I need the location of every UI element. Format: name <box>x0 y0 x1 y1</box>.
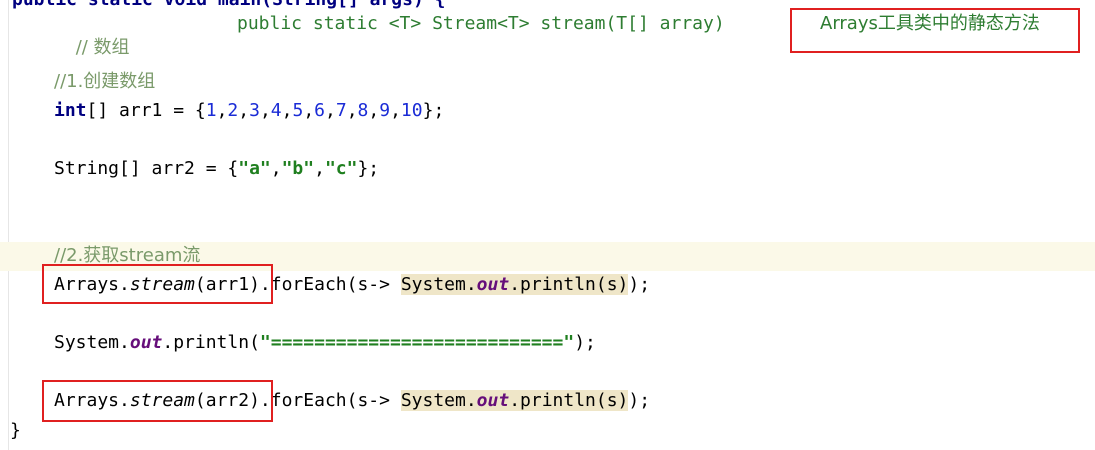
line-end-1: ); <box>628 274 651 295</box>
comment-stream-signature: public static <T> Stream<T> stream(T[] a… <box>237 13 725 34</box>
annotation-box-stream-arr2 <box>42 380 273 422</box>
num-6: 6 <box>314 100 326 121</box>
code-line-arr2[interactable]: String[] arr2 = {"a","b","c"}; <box>54 157 379 181</box>
num-10: 10 <box>400 100 423 121</box>
num-1: 1 <box>205 100 217 121</box>
num-4: 4 <box>270 100 282 121</box>
foreach-2: .forEach(s-> <box>259 390 401 411</box>
code-line-separator-print[interactable]: System.out.println("====================… <box>54 331 596 355</box>
num-7: 7 <box>335 100 347 121</box>
arr1-decl: [] arr1 = { <box>86 100 206 121</box>
keyword-int: int <box>54 100 87 121</box>
str-c: "c" <box>324 158 358 179</box>
num-8: 8 <box>357 100 369 121</box>
code-line-arr1[interactable]: int[] arr1 = {1,2,3,4,5,6,7,8,9,10}; <box>54 99 444 123</box>
comment-create-array[interactable]: //1.创建数组 <box>54 70 155 94</box>
system-class: System. <box>54 332 130 353</box>
num-5: 5 <box>292 100 304 121</box>
str-a: "a" <box>238 158 271 179</box>
editor-gutter-line <box>8 0 9 450</box>
line-end-sep: ); <box>574 332 596 353</box>
comment-array: // 数组 <box>75 37 130 58</box>
annotation-box-static-method <box>790 8 1080 53</box>
arr2-decl: String[] arr2 = { <box>54 158 239 179</box>
println-call-1: System.out.println(s) <box>400 274 629 295</box>
annotation-box-stream-arr1 <box>42 264 273 304</box>
num-9: 9 <box>379 100 391 121</box>
closing-brace[interactable]: } <box>10 419 21 443</box>
separator-string: "===========================" <box>259 332 575 353</box>
line-end-2: ); <box>628 390 651 411</box>
num-3: 3 <box>249 100 260 121</box>
println-call-2: System.out.println(s) <box>400 390 629 411</box>
arr2-end: }; <box>357 158 380 179</box>
out-field: out <box>129 332 163 353</box>
num-2: 2 <box>227 100 239 121</box>
code-line-comment-array[interactable]: // 数组 <box>54 12 130 58</box>
arr1-end: }; <box>422 100 445 121</box>
code-line-main-signature[interactable]: public static void main(String[] args) { <box>12 0 445 12</box>
println-open: .println( <box>162 332 260 353</box>
foreach-1: .forEach(s-> <box>259 274 401 295</box>
str-b: "b" <box>281 158 315 179</box>
